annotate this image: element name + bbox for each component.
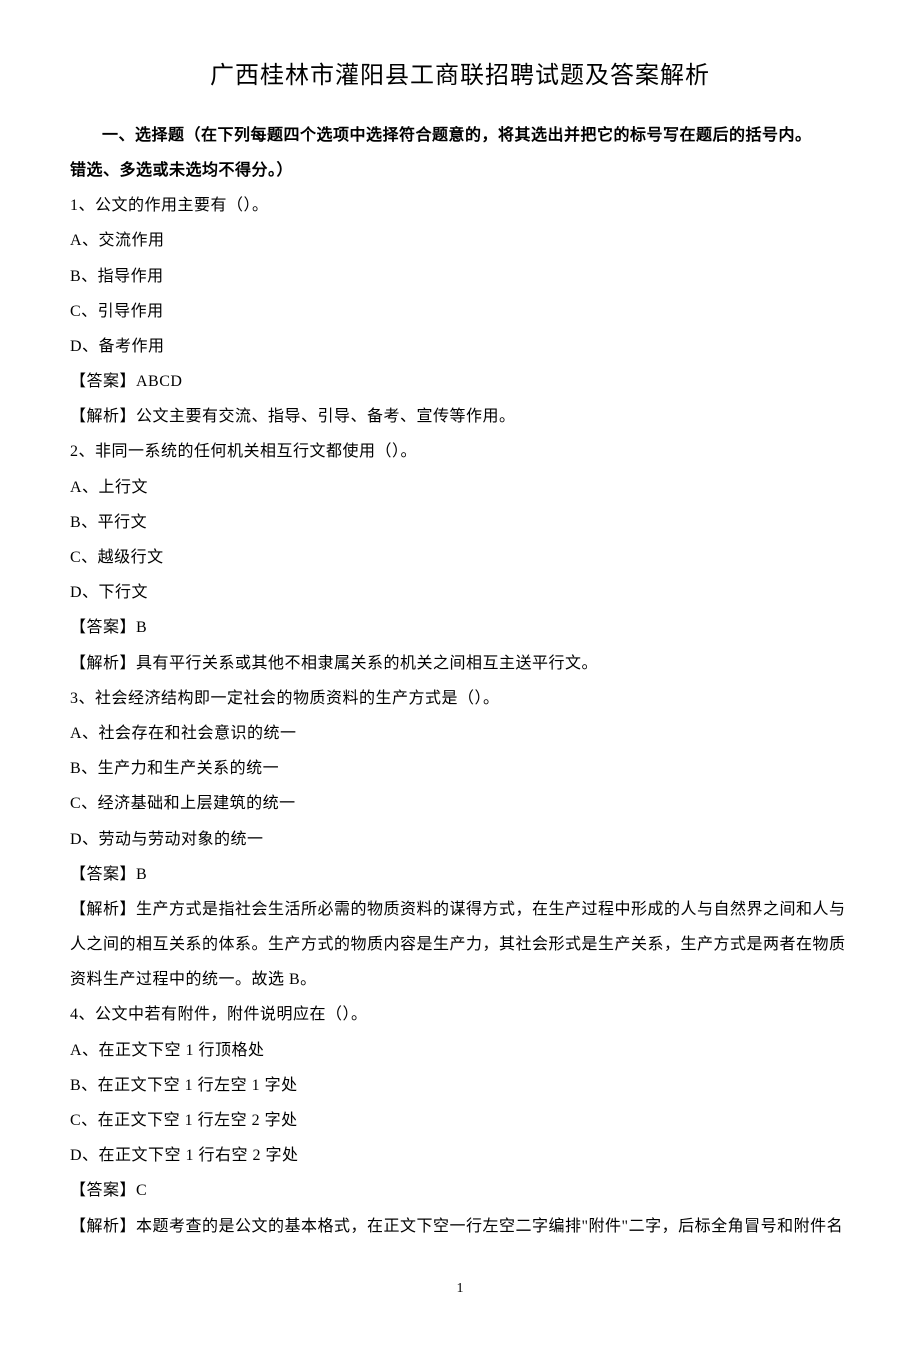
q1-option-a: A、交流作用 xyxy=(70,223,850,258)
q3-analysis: 【解析】生产方式是指社会生活所必需的物质资料的谋得方式，在生产过程中形成的人与自… xyxy=(70,892,850,998)
q3-option-c: C、经济基础和上层建筑的统一 xyxy=(70,786,850,821)
q2-option-a: A、上行文 xyxy=(70,470,850,505)
document-title: 广西桂林市灌阳县工商联招聘试题及答案解析 xyxy=(70,50,850,103)
q1-option-c: C、引导作用 xyxy=(70,294,850,329)
q3-option-d: D、劳动与劳动对象的统一 xyxy=(70,822,850,857)
q2-option-d: D、下行文 xyxy=(70,575,850,610)
q3-option-a: A、社会存在和社会意识的统一 xyxy=(70,716,850,751)
q1-option-d: D、备考作用 xyxy=(70,329,850,364)
q2-option-c: C、越级行文 xyxy=(70,540,850,575)
q3-option-b: B、生产力和生产关系的统一 xyxy=(70,751,850,786)
q3-answer: 【答案】B xyxy=(70,857,850,892)
q1-answer: 【答案】ABCD xyxy=(70,364,850,399)
page-number: 1 xyxy=(70,1274,850,1305)
section-header-line1: 一、选择题（在下列每题四个选项中选择符合题意的，将其选出并把它的标号写在题后的括… xyxy=(70,118,850,153)
q4-option-b: B、在正文下空 1 行左空 1 字处 xyxy=(70,1068,850,1103)
q1-option-b: B、指导作用 xyxy=(70,259,850,294)
q4-option-d: D、在正文下空 1 行右空 2 字处 xyxy=(70,1138,850,1173)
q4-option-a: A、在正文下空 1 行顶格处 xyxy=(70,1033,850,1068)
q2-option-b: B、平行文 xyxy=(70,505,850,540)
q3-stem: 3、社会经济结构即一定社会的物质资料的生产方式是（）。 xyxy=(70,681,850,716)
q4-stem: 4、公文中若有附件，附件说明应在（）。 xyxy=(70,997,850,1032)
q1-analysis: 【解析】公文主要有交流、指导、引导、备考、宣传等作用。 xyxy=(70,399,850,434)
q2-answer: 【答案】B xyxy=(70,610,850,645)
section-header-line2: 错选、多选或未选均不得分。） xyxy=(70,153,850,188)
q4-analysis: 【解析】本题考查的是公文的基本格式，在正文下空一行左空二字编排"附件"二字，后标… xyxy=(70,1209,850,1244)
q4-answer: 【答案】C xyxy=(70,1173,850,1208)
q2-analysis: 【解析】具有平行关系或其他不相隶属关系的机关之间相互主送平行文。 xyxy=(70,646,850,681)
q2-stem: 2、非同一系统的任何机关相互行文都使用（）。 xyxy=(70,434,850,469)
q4-option-c: C、在正文下空 1 行左空 2 字处 xyxy=(70,1103,850,1138)
q1-stem: 1、公文的作用主要有（）。 xyxy=(70,188,850,223)
